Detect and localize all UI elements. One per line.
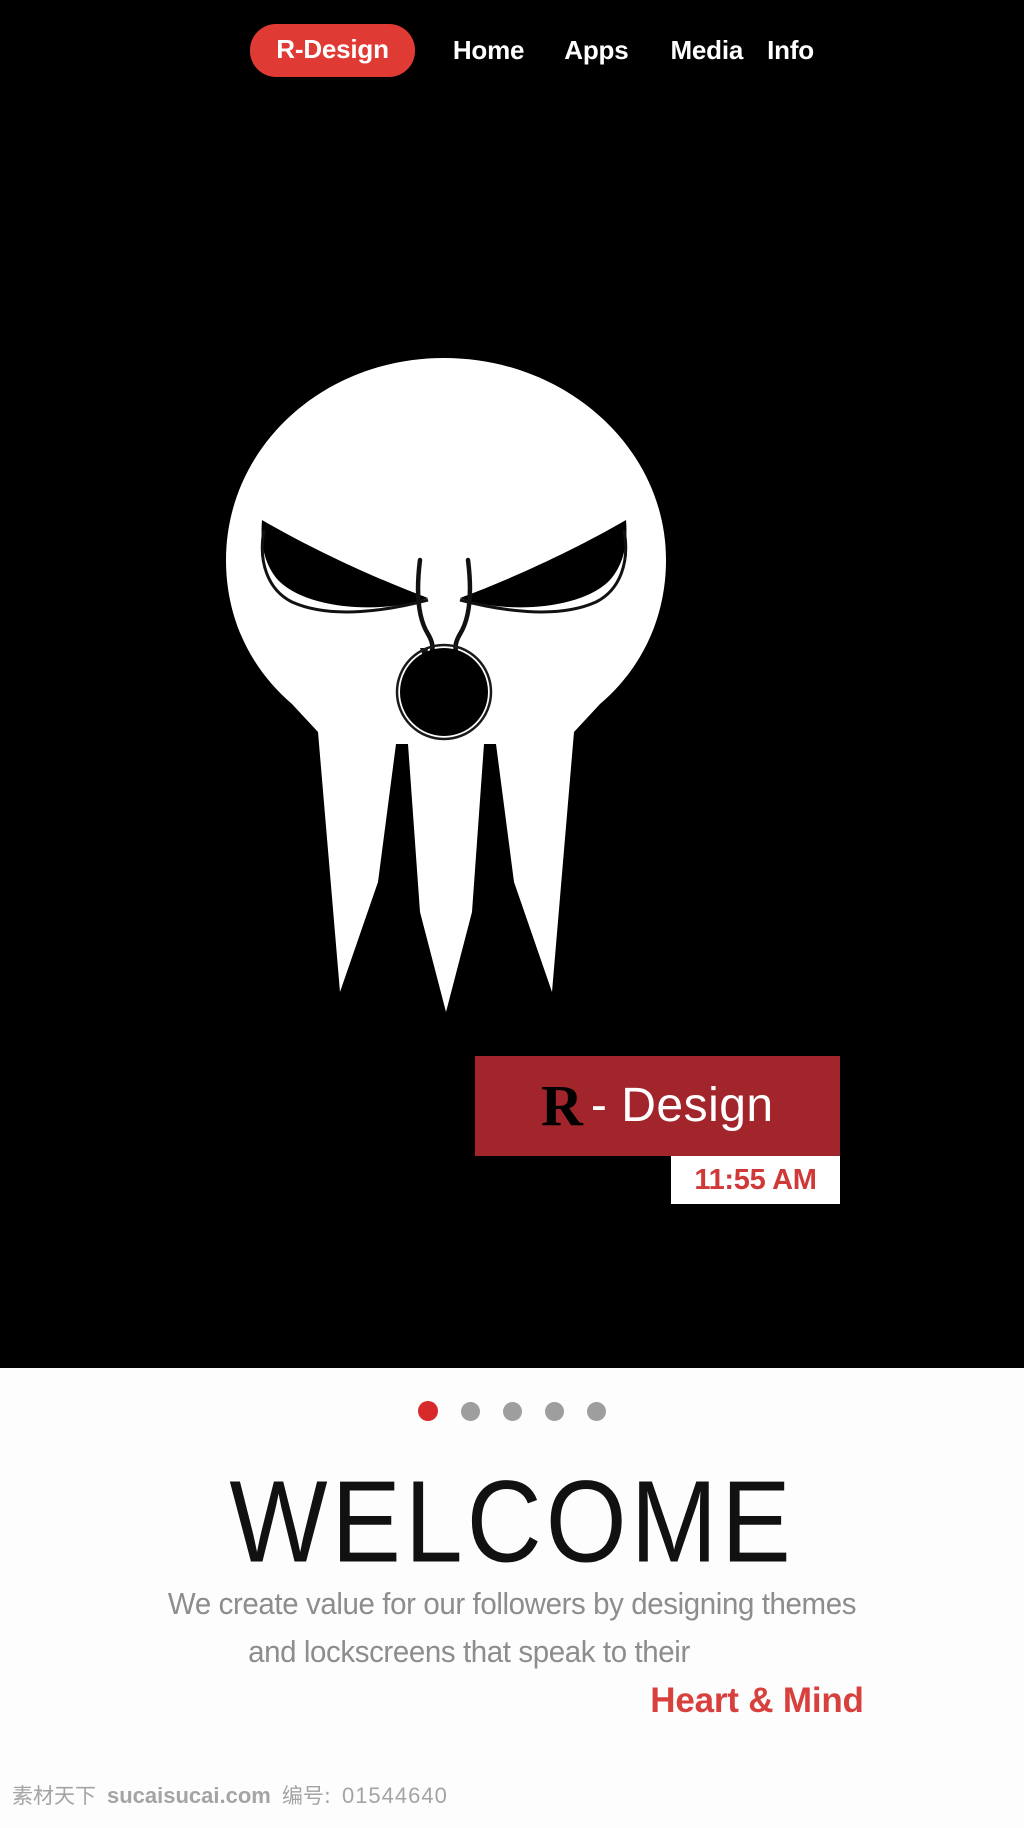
paragraph-line-1: We create value for our followers by des…: [167, 1586, 857, 1621]
angry-skull-logo: [214, 352, 674, 1032]
tagline: Heart & Mind: [650, 1681, 864, 1720]
nav-item-media[interactable]: Media: [670, 35, 743, 66]
watermark: 素材天下 sucaisucai.com 编号: 01544640: [12, 1780, 448, 1810]
carousel-dots: [0, 1401, 1024, 1421]
page-title: WELCOME: [229, 1457, 795, 1588]
angry-skull-icon: [226, 358, 666, 1012]
brand-badge: R - Design: [475, 1056, 840, 1156]
nav-item-apps[interactable]: Apps: [564, 35, 628, 66]
carousel-dot-5[interactable]: [587, 1401, 606, 1421]
watermark-id-label: 编号:: [281, 1784, 331, 1808]
page-root: R-Design Home Apps Media Info R - Design…: [0, 0, 1024, 1828]
time-badge: 11:55 AM: [671, 1156, 840, 1204]
content-section: WELCOME We create value for our follower…: [0, 1368, 1024, 1828]
paragraph-line-2: and lockscreens that speak to their: [248, 1634, 690, 1669]
carousel-dot-1[interactable]: [418, 1401, 438, 1421]
carousel-dot-4[interactable]: [545, 1401, 564, 1421]
hero-section: R-Design Home Apps Media Info R - Design…: [0, 0, 1024, 1368]
brand-initial: R: [541, 1073, 583, 1138]
watermark-site-cn: 素材天下: [12, 1784, 96, 1808]
nav-brand-pill[interactable]: R-Design: [250, 23, 415, 77]
carousel-dot-3[interactable]: [503, 1401, 522, 1421]
main-navigation: R-Design Home Apps Media Info: [0, 0, 1024, 100]
nav-item-home[interactable]: Home: [453, 35, 525, 66]
carousel-dot-2[interactable]: [461, 1401, 480, 1421]
nav-item-info[interactable]: Info: [767, 35, 814, 66]
intro-paragraph: We create value for our followers by des…: [0, 1580, 1024, 1676]
time-value: 11:55 AM: [694, 1163, 817, 1196]
watermark-site-url: sucaisucai.com: [107, 1783, 271, 1808]
watermark-id-value: 01544640: [341, 1783, 448, 1808]
brand-name-text: - Design: [590, 1079, 774, 1132]
